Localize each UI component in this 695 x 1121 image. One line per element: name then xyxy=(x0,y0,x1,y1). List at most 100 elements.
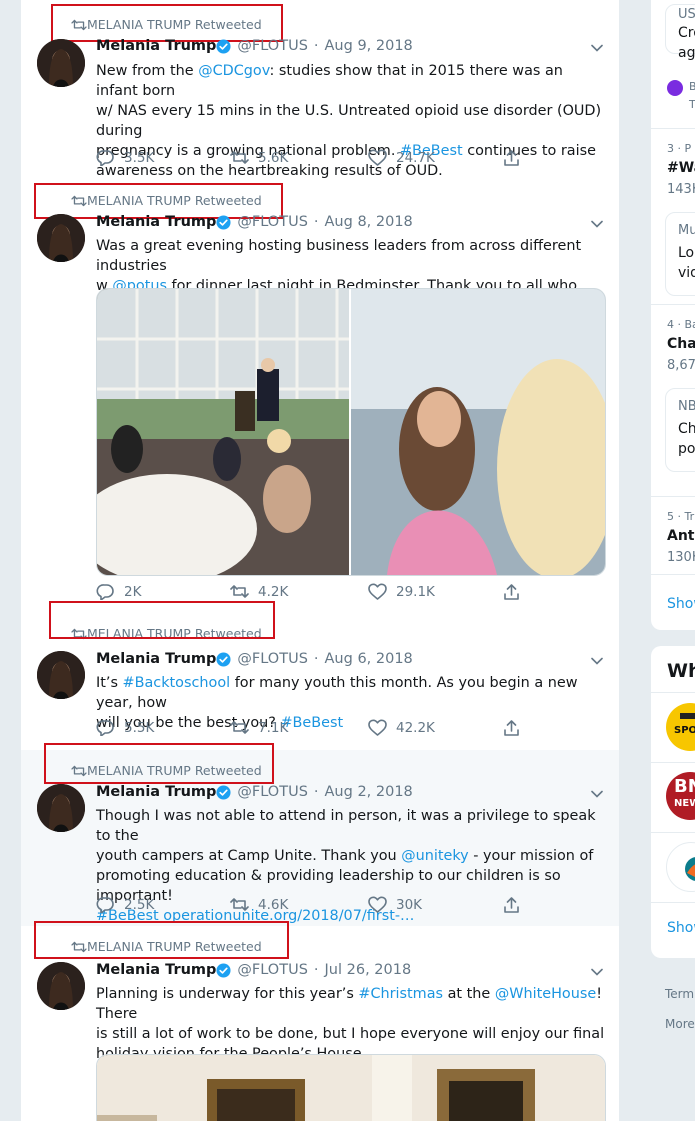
share-button[interactable] xyxy=(502,896,530,913)
tweet-text-segment: - your mission of xyxy=(468,848,594,864)
tweet[interactable]: MELANIA TRUMP Retweeted Melania Trump @FLO… xyxy=(21,743,619,927)
reply-button[interactable]: 2.5K xyxy=(96,896,154,913)
like-icon xyxy=(368,583,387,600)
author-handle[interactable]: @FLOTUS xyxy=(237,214,308,230)
news-tag: US xyxy=(678,7,695,22)
tweet-date[interactable]: Aug 6, 2018 xyxy=(325,651,413,667)
tweet-photo-pair xyxy=(97,289,605,575)
tweet-text-segment: Planning is underway for this year’s xyxy=(96,986,359,1002)
retweet-icon xyxy=(230,585,249,598)
tweet-link[interactable]: @uniteky xyxy=(401,848,468,864)
tweet-link[interactable]: #Backtoschool xyxy=(123,675,231,691)
trend-name: Chan xyxy=(667,336,695,352)
tweet-media[interactable] xyxy=(96,1054,606,1121)
author-name[interactable]: Melania Trump xyxy=(96,214,216,230)
tweet-text: Planning is underway for this year’s #Ch… xyxy=(96,984,608,1064)
tweet-link[interactable]: #Christmas xyxy=(358,986,443,1002)
tweet[interactable]: MELANIA TRUMP Retweeted Melania Trump @FLO… xyxy=(21,0,619,182)
trend-count: 130K xyxy=(667,550,695,565)
like-button[interactable]: 42.2K xyxy=(368,719,435,736)
retweet-count: 4.6K xyxy=(258,896,289,913)
trend-story-card[interactable]: Mu Lou vid xyxy=(665,212,695,296)
tweet-actions: 2K 4.2K 29.1K xyxy=(96,583,536,603)
reply-button[interactable]: 2K xyxy=(96,583,141,600)
share-button[interactable] xyxy=(502,583,530,600)
tweet-link[interactable]: @WhiteHouse xyxy=(495,986,596,1002)
like-button[interactable]: 30K xyxy=(368,896,422,913)
retweet-button[interactable]: 5.6K xyxy=(230,149,288,166)
avatar[interactable] xyxy=(37,784,85,832)
trends-card: US Cro ag B T 3 · P #Wa 143K Mu Lou vid … xyxy=(651,0,695,630)
author-name[interactable]: Melania Trump xyxy=(96,38,216,54)
chevron-down-icon[interactable] xyxy=(591,968,603,976)
author-handle[interactable]: @FLOTUS xyxy=(237,784,308,800)
avatar[interactable] xyxy=(37,214,85,262)
avatar-text: SPO xyxy=(674,725,695,736)
reply-button[interactable]: 5.5K xyxy=(96,719,154,736)
separator-dot: · xyxy=(313,651,319,667)
tweet-date[interactable]: Aug 8, 2018 xyxy=(325,214,413,230)
author-name[interactable]: Melania Trump xyxy=(96,784,216,800)
divider xyxy=(651,832,695,833)
trend-item-3[interactable]: 3 · P #Wa 143K Mu Lou vid xyxy=(651,132,695,304)
tweet-date[interactable]: Aug 9, 2018 xyxy=(325,38,413,54)
reply-button[interactable]: 3.5K xyxy=(96,149,154,166)
follow-suggestion-avatar[interactable] xyxy=(666,842,695,892)
trend-item-4[interactable]: 4 · Ba Chan 8,670 NB Ch po xyxy=(651,308,695,480)
divider xyxy=(651,902,695,903)
trend-news-preview[interactable]: US Cro ag xyxy=(665,4,695,61)
avatar[interactable] xyxy=(37,651,85,699)
tweet-media[interactable] xyxy=(96,288,606,576)
share-icon xyxy=(504,584,519,600)
retweet-count: 4.2K xyxy=(258,583,289,600)
chevron-down-icon[interactable] xyxy=(591,790,603,798)
tweet-header: Melania Trump @FLOTUS · Aug 8, 2018 xyxy=(96,214,413,230)
follow-suggestion-avatar[interactable]: BN NEW xyxy=(666,772,695,820)
tweet[interactable]: MELANIA TRUMP Retweeted Melania Trump @FLO… xyxy=(21,601,619,751)
footer-more-link[interactable]: More xyxy=(665,1017,695,1031)
like-icon xyxy=(368,719,387,736)
chevron-down-icon[interactable] xyxy=(591,657,603,665)
footer-terms-link[interactable]: Term xyxy=(665,987,694,1001)
retweet-button[interactable]: 7.1K xyxy=(230,719,288,736)
trends-show-more-link[interactable]: Show xyxy=(667,596,695,612)
retweet-count: 7.1K xyxy=(258,719,289,736)
trend-story-card[interactable]: NB Ch po xyxy=(665,388,695,472)
tweet-link[interactable]: @CDCgov xyxy=(198,63,269,79)
tweet-date[interactable]: Aug 2, 2018 xyxy=(325,784,413,800)
share-button[interactable] xyxy=(502,719,530,736)
tweet-date[interactable]: Jul 26, 2018 xyxy=(325,962,412,978)
separator-dot: · xyxy=(313,962,319,978)
tweet-header: Melania Trump @FLOTUS · Aug 2, 2018 xyxy=(96,784,413,800)
tweet[interactable]: MELANIA TRUMP Retweeted Melania Trump @FLO… xyxy=(21,921,619,1121)
like-count: 30K xyxy=(396,896,423,913)
tweet-actions: 3.5K 5.6K 24.7K xyxy=(96,149,536,169)
author-handle[interactable]: @FLOTUS xyxy=(237,962,308,978)
tweet-text-segment: It’s xyxy=(96,675,123,691)
follow-suggestion-avatar[interactable]: SPO xyxy=(666,703,695,751)
author-handle[interactable]: @FLOTUS xyxy=(237,651,308,667)
trend-count: 8,670 xyxy=(667,358,695,373)
retweet-button[interactable]: 4.6K xyxy=(230,896,288,913)
like-icon xyxy=(368,149,387,166)
like-button[interactable]: 29.1K xyxy=(368,583,435,600)
tweet-header: Melania Trump @FLOTUS · Jul 26, 2018 xyxy=(96,962,411,978)
author-handle[interactable]: @FLOTUS xyxy=(237,38,308,54)
like-count: 24.7K xyxy=(396,149,435,166)
retweet-button[interactable]: 4.2K xyxy=(230,583,288,600)
timeline: MELANIA TRUMP Retweeted Melania Trump @FLO… xyxy=(20,0,620,1121)
follow-show-more-link[interactable]: Show xyxy=(667,920,695,936)
author-name[interactable]: Melania Trump xyxy=(96,962,216,978)
avatar[interactable] xyxy=(37,962,85,1010)
chevron-down-icon[interactable] xyxy=(591,44,603,52)
tweet[interactable]: MELANIA TRUMP Retweeted Melania Trump @FLO… xyxy=(21,181,619,615)
author-name[interactable]: Melania Trump xyxy=(96,651,216,667)
verified-badge-icon xyxy=(216,651,231,667)
trend-rank: 4 · Ba xyxy=(667,318,695,331)
share-button[interactable] xyxy=(502,149,530,166)
tweet-text-segment: New from the xyxy=(96,63,199,79)
chevron-down-icon[interactable] xyxy=(591,220,603,228)
trend-item-5[interactable]: 5 · Tr Anti 130K xyxy=(651,500,695,570)
like-button[interactable]: 24.7K xyxy=(368,149,435,166)
avatar[interactable] xyxy=(37,39,85,87)
